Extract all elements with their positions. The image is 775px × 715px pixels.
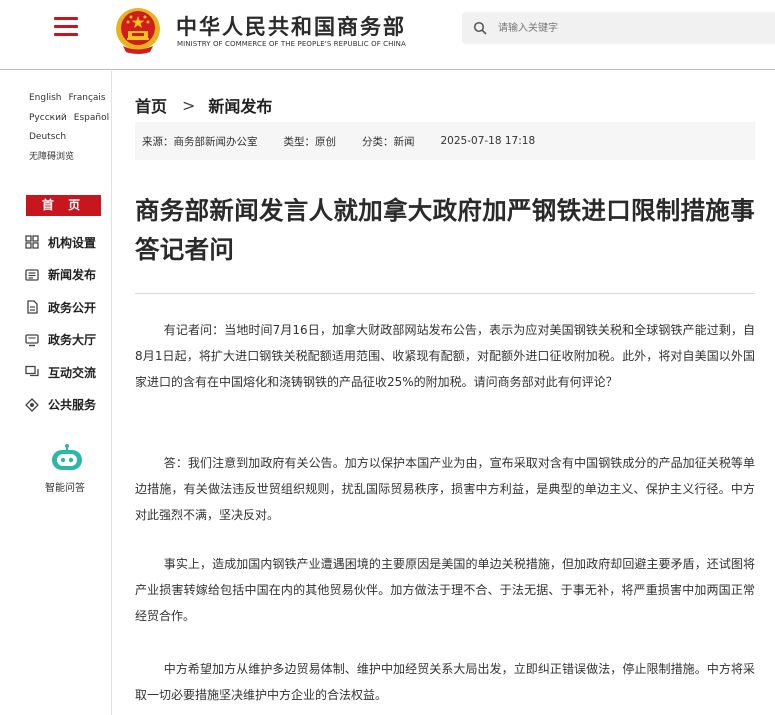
site-header: 中华人民共和国商务部 MINISTRY OF COMMERCE OF THE P… [0,0,775,70]
national-emblem-icon[interactable] [113,4,163,56]
chevron-right-icon: > [182,95,196,115]
lang-russian[interactable]: Русский [29,109,67,129]
article-paragraph: 答：我们注意到加政府有关公告。加方以保护本国产业为由，宣布采取对含有中国钢铁成分… [135,456,755,522]
smart-qa-label[interactable]: 智能问答 [45,479,85,494]
breadcrumb-home[interactable]: 首页 [135,93,167,117]
article-paragraph: 有记者问：当地时间7月16日，加拿大财政部网站发布公告，表示为应对美国钢铁关税和… [135,323,755,389]
news-icon [24,267,40,283]
sidebar-item-label: 政务公开 [48,300,97,315]
search-box [462,12,775,44]
lang-english[interactable]: English [29,89,62,109]
home-button[interactable]: 首 页 [26,195,101,216]
robot-icon[interactable] [50,444,84,474]
article-paragraph: 中方希望加方从维护多边贸易体制、维护中加经贸关系大局出发，立即纠正错误做法，停止… [135,662,755,702]
sidebar-item-public-service[interactable]: 公共服务 [24,389,110,422]
search-input[interactable] [498,18,758,38]
sidebar-item-government-affairs[interactable]: 政务公开 [24,291,110,324]
breadcrumb: 首页 > 新闻发布 [135,93,272,117]
sidebar-item-label: 政务大厅 [48,333,97,348]
menu-icon[interactable] [54,17,78,37]
sidebar-item-label: 互动交流 [48,365,97,380]
document-icon [24,299,40,315]
sidebar-item-interaction[interactable]: 互动交流 [24,356,110,389]
article-meta: 来源：商务部新闻办公室 类型：原创 分类：新闻 2025-07-18 17:18 [135,122,755,160]
sidebar-item-service-hall[interactable]: 政务大厅 [24,324,110,357]
article-title: 商务部新闻发言人就加拿大政府加严钢铁进口限制措施事答记者问 [135,196,755,264]
article-paragraph: 事实上，造成加国内钢铁产业遭遇困境的主要原因是美国的单边关税措施，但加政府却回避… [135,557,755,623]
sidebar-item-organization[interactable]: 机构设置 [24,226,110,259]
accessibility-link[interactable]: 无障碍浏览 [29,148,74,168]
meta-source: 来源：商务部新闻办公室 [142,135,258,148]
sidebar-item-news[interactable]: 新闻发布 [24,259,110,292]
sidebar-item-label: 公共服务 [48,398,97,413]
meta-type: 类型：原创 [283,135,337,148]
breadcrumb-current[interactable]: 新闻发布 [208,93,272,117]
sidebar-item-label: 新闻发布 [48,268,97,283]
grid-icon [24,234,40,250]
site-title: 中华人民共和国商务部 [176,15,406,39]
search-icon[interactable] [473,21,487,35]
meta-category: 分类：新闻 [362,135,415,148]
site-title-english: MINISTRY OF COMMERCE OF THE PEOPLE'S REP… [177,40,406,48]
chat-icon [24,364,40,380]
language-links: English Français Русский Español Deutsch… [29,89,109,167]
lang-french[interactable]: Français [69,89,106,109]
lang-spanish[interactable]: Español [74,109,109,129]
meta-datetime: 2025-07-18 17:18 [440,135,536,147]
sidebar-item-label: 机构设置 [48,235,97,250]
sidebar-nav: 机构设置 新闻发布 政务公开 政务大厅 互动交流 公共服务 [24,226,110,421]
lang-german[interactable]: Deutsch [29,128,66,148]
monitor-icon [24,332,40,348]
service-icon [24,397,40,413]
sidebar: English Français Русский Español Deutsch… [0,71,112,715]
divider [135,293,755,294]
